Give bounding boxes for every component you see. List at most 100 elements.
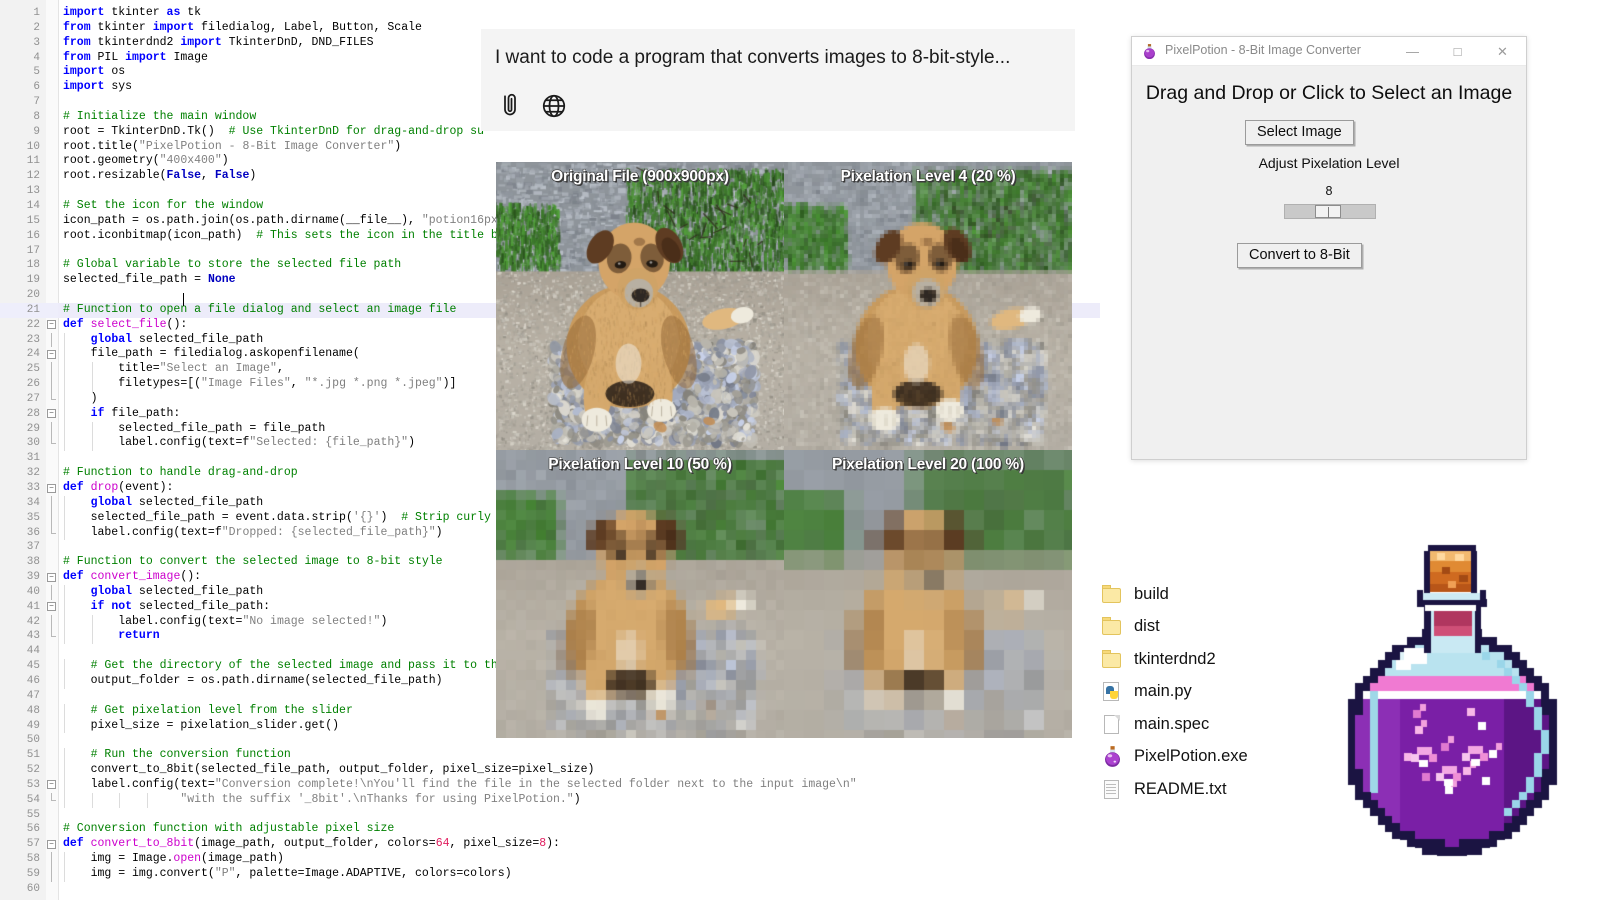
- convert-to-8bit-button[interactable]: Convert to 8-Bit: [1237, 243, 1362, 268]
- code-line[interactable]: 57− def convert_to_8bit(image_path, outpu…: [0, 837, 1100, 852]
- code-line[interactable]: 52 convert_to_8bit(selected_file_path, o…: [0, 763, 1100, 778]
- line-number: 42: [26, 615, 40, 628]
- fold-guide-line: [51, 362, 52, 378]
- code-line[interactable]: 60: [0, 882, 1100, 897]
- code-line[interactable]: 10 root.title("PixelPotion - 8-Bit Image …: [0, 140, 1100, 155]
- fold-toggle-icon[interactable]: −: [47, 839, 56, 849]
- fold-toggle-icon[interactable]: −: [47, 602, 56, 612]
- code-text: # Conversion function with adjustable pi…: [63, 822, 395, 836]
- fold-end-marker: [51, 436, 56, 445]
- code-text: # Function to open a file dialog and sel…: [63, 302, 457, 316]
- line-number: 1: [33, 7, 40, 19]
- line-number: 60: [26, 882, 40, 895]
- generic-file-icon: [1101, 713, 1124, 736]
- chat-prompt-text: I want to code a program that converts i…: [495, 47, 1011, 68]
- dog-photo-level20: [784, 450, 1072, 738]
- line-number: 30: [26, 437, 40, 450]
- code-text: if not selected_file_path:: [90, 599, 271, 613]
- dog-photo-level10: [496, 450, 784, 738]
- line-number: 53: [26, 778, 40, 791]
- code-line[interactable]: 58 img = Image.open(image_path): [0, 852, 1100, 867]
- grid-quadrant-level20: Pixelation Level 20 (100 %): [784, 450, 1072, 738]
- code-text: import tkinter as tk: [63, 6, 202, 19]
- fold-toggle-icon[interactable]: −: [47, 409, 56, 419]
- file-list-item[interactable]: main.py: [1101, 676, 1351, 709]
- code-line[interactable]: 54 "with the suffix '_8bit'.\nThanks for…: [0, 792, 1100, 808]
- line-number: 51: [26, 749, 40, 762]
- file-list-item[interactable]: main.spec: [1101, 708, 1351, 741]
- file-name-label: main.spec: [1134, 714, 1210, 733]
- fold-toggle-icon[interactable]: −: [47, 320, 56, 330]
- line-number: 55: [26, 808, 40, 821]
- line-number: 13: [26, 185, 40, 198]
- code-text: "with the suffix '_8bit'.\nThanks for us…: [180, 792, 581, 806]
- code-text: pixel_size = pixelation_slider.get(): [63, 718, 340, 732]
- code-line[interactable]: 53− label.config(text="Conversion comple…: [0, 777, 1100, 793]
- line-number: 18: [26, 259, 40, 272]
- globe-icon[interactable]: [539, 91, 569, 121]
- code-line[interactable]: 59 img = img.convert("P", palette=Image.…: [0, 866, 1100, 882]
- file-list-item[interactable]: README.txt: [1101, 773, 1351, 806]
- maximize-button[interactable]: □: [1435, 37, 1480, 66]
- line-number: 27: [26, 392, 40, 405]
- code-text: file_path = filedialog.askopenfilename(: [63, 347, 360, 361]
- image-comparison-grid: Original File (900x900px) Pixelation Lev…: [496, 162, 1072, 738]
- pixelation-slider[interactable]: [1284, 204, 1376, 219]
- line-number: 54: [26, 793, 40, 806]
- line-number: 45: [26, 660, 40, 673]
- python-file-icon: [1101, 680, 1124, 703]
- line-number: 16: [26, 229, 40, 242]
- minimize-button[interactable]: —: [1390, 37, 1435, 66]
- quadrant-label: Pixelation Level 20 (100 %): [832, 456, 1024, 473]
- fold-toggle-icon[interactable]: −: [47, 483, 56, 493]
- code-text: from tkinterdnd2 import TkinterDnD, DND_…: [63, 35, 374, 49]
- file-list-item[interactable]: PixelPotion.exe: [1101, 741, 1351, 774]
- code-text: # Run the conversion function: [90, 748, 291, 762]
- code-text: def convert_to_8bit(image_path, output_f…: [63, 837, 560, 851]
- fold-toggle-icon[interactable]: −: [47, 349, 56, 359]
- file-list-item[interactable]: build: [1101, 578, 1351, 611]
- pixelpotion-window[interactable]: PixelPotion - 8-Bit Image Converter — □ …: [1131, 36, 1527, 460]
- code-line[interactable]: 51 # Run the conversion function: [0, 748, 1100, 764]
- line-number: 48: [26, 704, 40, 717]
- fold-guide-line: [51, 377, 52, 392]
- line-number: 10: [26, 140, 40, 153]
- code-text: output_folder = os.path.dirname(selected…: [63, 673, 443, 687]
- file-list-item[interactable]: tkinterdnd2: [1101, 643, 1351, 676]
- code-text: def select_file():: [63, 317, 188, 331]
- select-image-button[interactable]: Select Image: [1245, 120, 1354, 145]
- folder-icon: [1101, 615, 1124, 638]
- code-text: # Get pixelation level from the slider: [90, 703, 353, 717]
- code-text: img = img.convert("P", palette=Image.ADA…: [63, 866, 512, 880]
- code-line[interactable]: 1 import tkinter as tk: [0, 6, 1100, 21]
- slider-thumb[interactable]: [1315, 205, 1341, 218]
- line-number: 39: [26, 571, 40, 584]
- code-line[interactable]: 56 # Conversion function with adjustable …: [0, 822, 1100, 837]
- file-explorer-list[interactable]: build dist tkinterdnd2 main.py main.spec Pixe…: [1101, 578, 1351, 806]
- window-title-bar[interactable]: PixelPotion - 8-Bit Image Converter — □ …: [1132, 37, 1526, 66]
- quadrant-label: Original File (900x900px): [551, 168, 729, 185]
- code-text: root.iconbitmap(icon_path) # This sets t…: [63, 228, 498, 242]
- paperclip-icon[interactable]: [495, 91, 525, 121]
- fold-toggle-icon[interactable]: −: [47, 780, 56, 790]
- chat-prompt-panel[interactable]: I want to code a program that converts i…: [481, 29, 1075, 131]
- code-text: root.resizable(False, False): [63, 169, 257, 183]
- line-number: 41: [26, 600, 40, 613]
- line-number: 58: [26, 853, 40, 866]
- line-number: 43: [26, 630, 40, 643]
- fold-toggle-icon[interactable]: −: [47, 572, 56, 582]
- code-text: # Global variable to store the selected …: [63, 258, 402, 272]
- close-button[interactable]: ✕: [1480, 37, 1525, 66]
- file-list-item[interactable]: dist: [1101, 611, 1351, 644]
- slider-thumb-line: [1328, 207, 1329, 218]
- file-name-label: tkinterdnd2: [1134, 649, 1216, 668]
- code-line[interactable]: 55: [0, 808, 1100, 823]
- line-number: 36: [26, 526, 40, 539]
- fold-guide-line: [51, 332, 52, 348]
- file-name-label: build: [1134, 584, 1169, 603]
- line-number: 19: [26, 274, 40, 287]
- code-text: global selected_file_path: [90, 332, 264, 346]
- text-file-icon: [1101, 778, 1124, 801]
- line-number: 35: [26, 511, 40, 524]
- line-number: 23: [26, 333, 40, 346]
